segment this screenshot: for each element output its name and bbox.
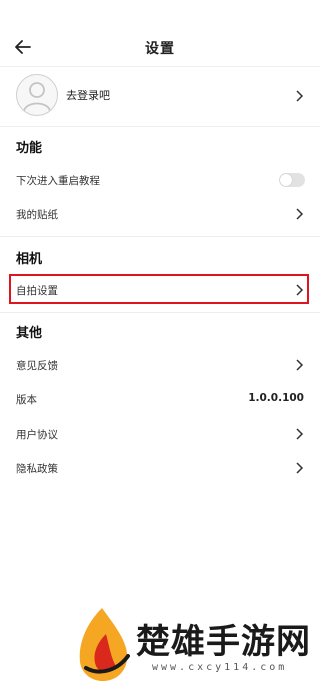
toggle-knob: [280, 174, 292, 186]
version-row: 版本 1.0.0.100: [0, 382, 320, 416]
feedback-row[interactable]: 意见反馈: [0, 348, 320, 382]
highlight-box: [9, 274, 309, 304]
chevron-right-icon: [296, 428, 304, 440]
restart-tutorial-row: 下次进入重启教程: [0, 163, 320, 197]
section-title-other: 其他: [16, 326, 43, 341]
profile-divider: [0, 126, 320, 127]
login-row[interactable]: 去登录吧: [0, 72, 320, 120]
watermark-text: 楚雄手游网: [136, 622, 311, 662]
watermark-url: www.cxcy114.com: [152, 662, 288, 673]
chevron-right-icon: [296, 462, 304, 474]
header: 设置: [0, 30, 320, 64]
chevron-right-icon: [296, 90, 304, 102]
chevron-right-icon: [296, 359, 304, 371]
section-divider: [0, 236, 320, 237]
my-stickers-row[interactable]: 我的贴纸: [0, 197, 320, 231]
login-prompt: 去登录吧: [66, 89, 110, 102]
watermark: 楚雄手游网 www.cxcy114.com: [66, 604, 316, 688]
header-divider: [0, 66, 320, 67]
user-avatar-icon: [16, 74, 58, 116]
section-title-features: 功能: [16, 141, 43, 156]
privacy-policy-row[interactable]: 隐私政策: [0, 451, 320, 485]
user-agreement-row[interactable]: 用户协议: [0, 417, 320, 451]
feedback-label: 意见反馈: [16, 360, 58, 372]
restart-tutorial-toggle[interactable]: [279, 173, 305, 187]
chevron-right-icon: [296, 208, 304, 220]
settings-screen: 设置 去登录吧 功能 下次进入重启教程 我的贴纸 相机 自拍设置 其他 意见反馈…: [0, 0, 320, 693]
watermark-logo-icon: [79, 608, 130, 682]
user-agreement-label: 用户协议: [16, 429, 58, 441]
page-title: 设置: [145, 41, 175, 57]
privacy-policy-label: 隐私政策: [16, 463, 58, 475]
restart-tutorial-label: 下次进入重启教程: [16, 175, 100, 187]
my-stickers-label: 我的贴纸: [16, 209, 58, 221]
version-value: 1.0.0.100: [248, 392, 304, 404]
section-divider: [0, 312, 320, 313]
section-title-camera: 相机: [16, 252, 43, 267]
version-label: 版本: [16, 394, 37, 406]
